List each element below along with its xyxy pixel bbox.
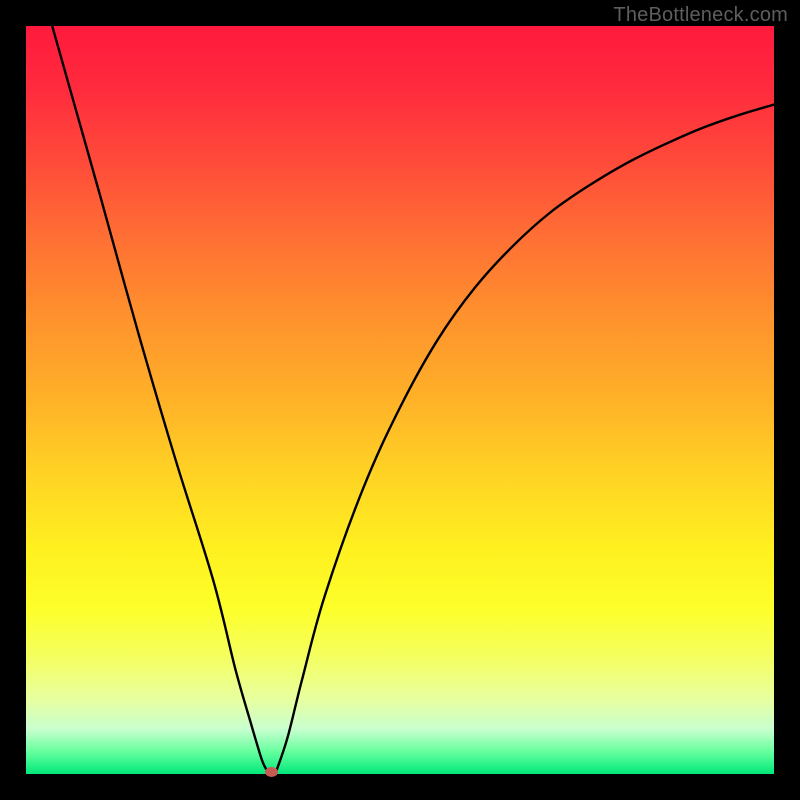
optimal-point-marker [265,767,278,777]
curve-right-branch [277,105,774,771]
curve-left-branch [52,26,267,770]
bottleneck-curve [26,26,774,774]
watermark-text: TheBottleneck.com [613,4,788,27]
